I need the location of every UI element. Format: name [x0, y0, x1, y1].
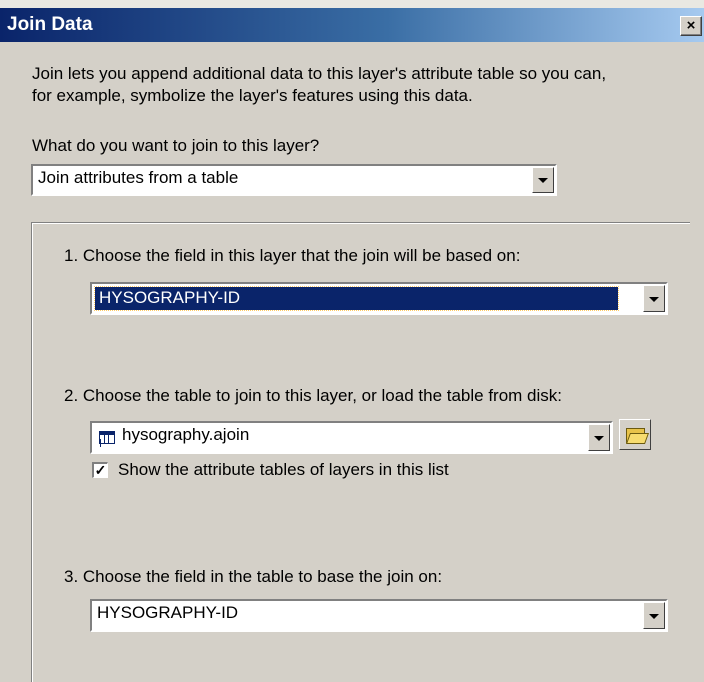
layer-field-value: HYSOGRAPHY-ID: [99, 288, 241, 307]
close-button[interactable]: ×: [680, 16, 702, 36]
browse-button[interactable]: [619, 419, 651, 450]
join-table-value: hysography.ajoin: [122, 425, 250, 444]
step2-label: 2. Choose the table to join to this laye…: [64, 386, 563, 405]
background-window-strip: [0, 0, 704, 8]
show-attribute-tables-checkbox[interactable]: ✓: [92, 462, 108, 478]
table-field-dropdown[interactable]: HYSOGRAPHY-ID: [90, 599, 668, 632]
chevron-down-icon[interactable]: [643, 285, 665, 312]
dialog-title: Join Data: [7, 14, 93, 35]
intro-text-line-1: Join lets you append additional data to …: [32, 64, 607, 83]
folder-front-shape: [625, 433, 650, 444]
join-type-value: Join attributes from a table: [38, 168, 239, 187]
show-attribute-tables-label[interactable]: Show the attribute tables of layers in t…: [118, 460, 449, 480]
chevron-down-icon[interactable]: [588, 424, 610, 451]
table-field-value: HYSOGRAPHY-ID: [97, 603, 239, 622]
step3-label: 3. Choose the field in the table to base…: [64, 567, 443, 586]
intro-text-line-2: for example, symbolize the layer's featu…: [32, 86, 473, 105]
chevron-down-icon[interactable]: [643, 602, 665, 629]
join-type-dropdown[interactable]: Join attributes from a table: [31, 164, 557, 196]
chevron-down-icon[interactable]: [532, 167, 554, 193]
close-icon: ×: [686, 17, 696, 34]
join-type-label: What do you want to join to this layer?: [32, 136, 320, 155]
layer-field-dropdown[interactable]: HYSOGRAPHY-ID: [90, 282, 668, 315]
step1-label: 1. Choose the field in this layer that t…: [64, 246, 521, 265]
table-icon: [99, 431, 115, 444]
join-table-dropdown[interactable]: hysography.ajoin: [90, 421, 613, 454]
title-bar[interactable]: Join Data: [0, 8, 704, 42]
